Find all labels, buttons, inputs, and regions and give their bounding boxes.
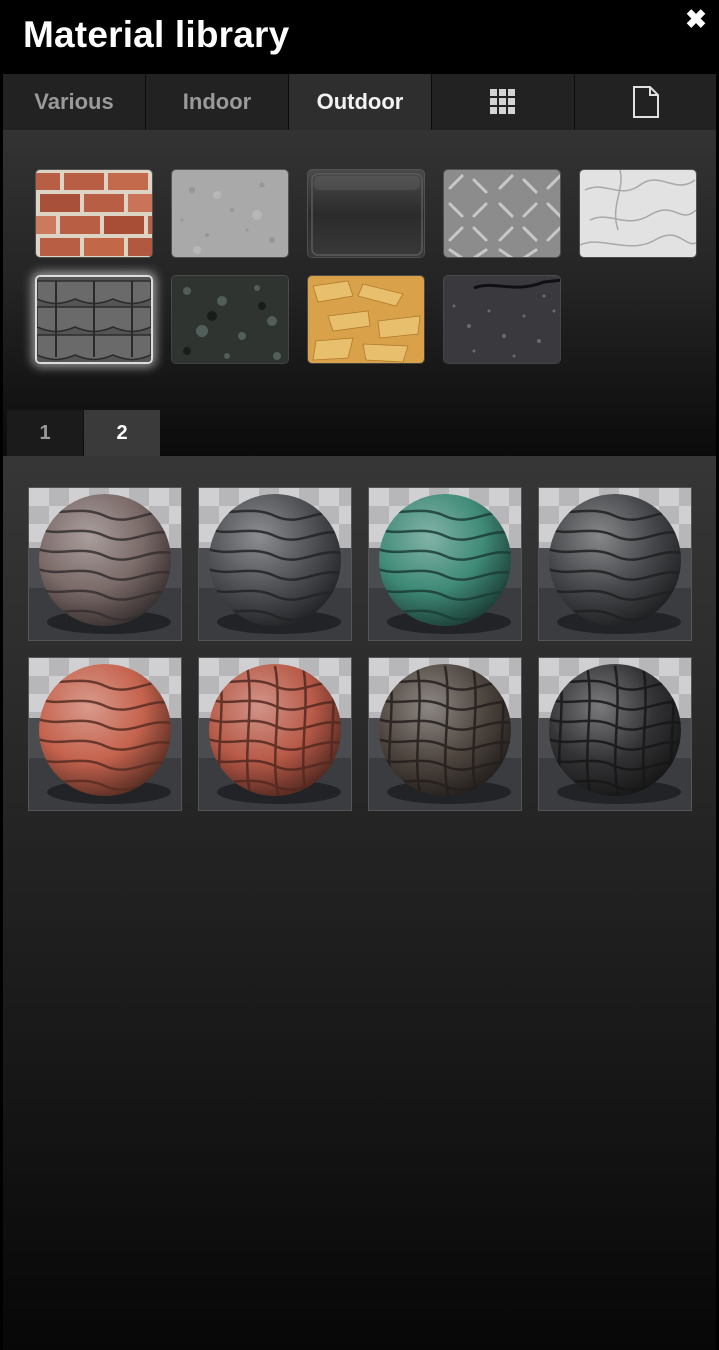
page-tab-1[interactable]: 1 (7, 410, 83, 456)
thumb-roof-tiles[interactable] (35, 275, 153, 364)
material-card-7[interactable] (368, 657, 522, 811)
sphere-preview (369, 488, 521, 640)
tab-various[interactable]: Various (3, 74, 146, 130)
sphere-preview (539, 488, 691, 640)
panel-title: Material library (23, 14, 290, 55)
thumb-osb-wood[interactable] (307, 275, 425, 364)
thumb-brick[interactable] (35, 169, 153, 258)
thumb-concrete[interactable] (171, 169, 289, 258)
sphere-preview (539, 658, 691, 810)
document-icon (632, 86, 659, 118)
sphere-preview (369, 658, 521, 810)
thumb-asphalt[interactable] (443, 275, 561, 364)
sphere-preview (199, 488, 351, 640)
thumb-glass[interactable] (307, 169, 425, 258)
material-library-panel: Material library ✖ Various Indoor Outdoo… (0, 0, 719, 1350)
grid-icon (490, 89, 515, 114)
title-bar: Material library ✖ (0, 0, 719, 72)
material-card-5[interactable] (28, 657, 182, 811)
material-card-6[interactable] (198, 657, 352, 811)
thumb-metal-plate[interactable] (443, 169, 561, 258)
sphere-preview (29, 658, 181, 810)
sphere-preview (199, 658, 351, 810)
sphere-preview (29, 488, 181, 640)
material-card-2[interactable] (198, 487, 352, 641)
material-card-8[interactable] (538, 657, 692, 811)
tab-outdoor[interactable]: Outdoor (289, 74, 432, 130)
close-icon[interactable]: ✖ (683, 6, 709, 32)
material-card-4[interactable] (538, 487, 692, 641)
category-tab-bar: Various Indoor Outdoor (3, 74, 716, 130)
tab-document[interactable] (575, 74, 716, 130)
thumb-granite[interactable] (171, 275, 289, 364)
tab-indoor[interactable]: Indoor (146, 74, 289, 130)
material-card-3[interactable] (368, 487, 522, 641)
page-tab-2[interactable]: 2 (84, 410, 160, 456)
tab-grid-view[interactable] (432, 74, 575, 130)
material-card-1[interactable] (28, 487, 182, 641)
thumb-plaster[interactable] (579, 169, 697, 258)
page-tab-bar: 1 2 (0, 408, 719, 456)
